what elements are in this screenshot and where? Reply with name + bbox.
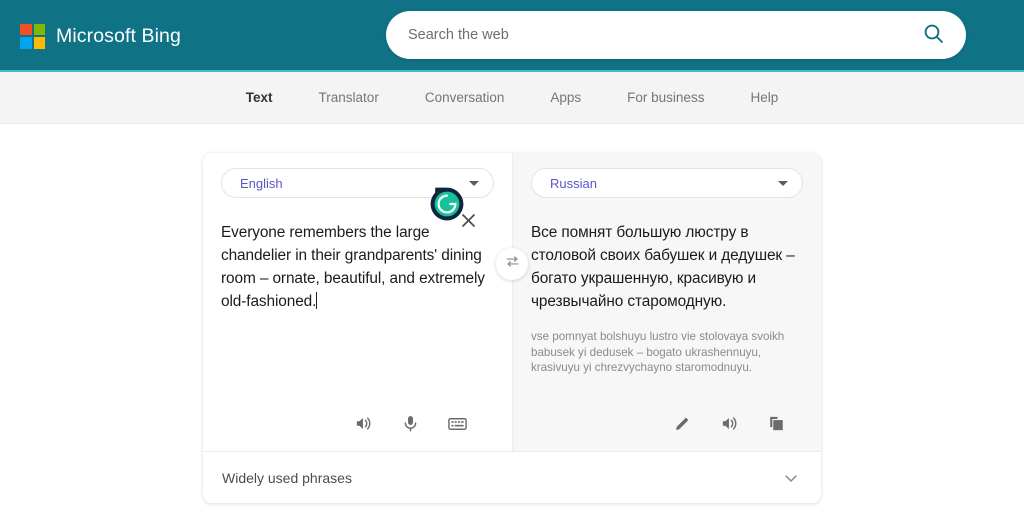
widely-used-phrases-section[interactable]: Widely used phrases	[203, 451, 821, 503]
source-text: Everyone remembers the large chandelier …	[221, 224, 490, 310]
chevron-down-icon	[469, 180, 479, 186]
translator-panes: English Everyone remembers the large cha…	[203, 153, 821, 451]
speaker-icon	[720, 414, 739, 436]
target-text-area: Все помнят большую люстру в столовой сво…	[531, 221, 803, 399]
keyboard-icon	[447, 413, 468, 437]
search-box[interactable]	[386, 11, 966, 59]
close-icon	[461, 213, 476, 233]
text-cursor	[316, 292, 318, 309]
copy-icon	[767, 414, 786, 436]
target-pane: Russian Все помнят большую люстру в стол…	[512, 153, 821, 451]
search-container	[386, 11, 966, 59]
nav-item-text[interactable]: Text	[223, 72, 296, 124]
speaker-icon	[354, 414, 373, 436]
pencil-icon	[673, 414, 692, 436]
target-toolbar	[531, 399, 803, 451]
main-content: English Everyone remembers the large cha…	[0, 124, 1024, 530]
site-header: Microsoft Bing	[0, 0, 1024, 72]
translator-card: English Everyone remembers the large cha…	[203, 153, 821, 503]
edit-translation-button[interactable]	[667, 410, 697, 440]
source-toolbar	[221, 399, 494, 451]
transliteration-text: vse pomnyat bolshuyu lustro vie stolovay…	[531, 330, 785, 374]
chevron-down-icon[interactable]	[781, 468, 801, 488]
swap-arrows-icon	[505, 254, 520, 274]
swap-languages-button[interactable]	[496, 248, 528, 280]
target-language-selector[interactable]: Russian	[531, 168, 803, 198]
target-language-label: Russian	[550, 175, 597, 191]
listen-source-button[interactable]	[348, 410, 378, 440]
search-button[interactable]	[918, 20, 948, 50]
source-pane: English Everyone remembers the large cha…	[203, 153, 512, 451]
header-accent-line	[0, 70, 1024, 72]
microphone-button[interactable]	[395, 410, 425, 440]
search-input[interactable]	[408, 27, 918, 43]
source-language-label: English	[240, 175, 283, 191]
copy-translation-button[interactable]	[761, 410, 791, 440]
search-icon	[923, 23, 944, 47]
primary-nav: Text Translator Conversation Apps For bu…	[0, 72, 1024, 124]
translated-text: Все помнят большую люстру в столовой сво…	[531, 224, 795, 310]
listen-translation-button[interactable]	[714, 410, 744, 440]
brand-name: Microsoft Bing	[56, 24, 181, 47]
clear-text-button[interactable]	[459, 214, 477, 232]
nav-item-apps[interactable]: Apps	[527, 72, 604, 124]
source-text-wrapper[interactable]: Everyone remembers the large chandelier …	[221, 221, 494, 313]
source-text-area[interactable]: Everyone remembers the large chandelier …	[221, 221, 494, 399]
keyboard-button[interactable]	[442, 410, 472, 440]
bing-brand-link[interactable]: Microsoft Bing	[20, 23, 181, 49]
nav-item-conversation[interactable]: Conversation	[402, 72, 528, 124]
chevron-down-icon	[778, 180, 788, 186]
phrases-label: Widely used phrases	[222, 469, 352, 486]
nav-item-help[interactable]: Help	[727, 72, 801, 124]
nav-item-for-business[interactable]: For business	[604, 72, 727, 124]
nav-item-translator[interactable]: Translator	[296, 72, 402, 124]
microphone-icon	[401, 414, 420, 436]
microsoft-logo-icon	[20, 23, 45, 49]
